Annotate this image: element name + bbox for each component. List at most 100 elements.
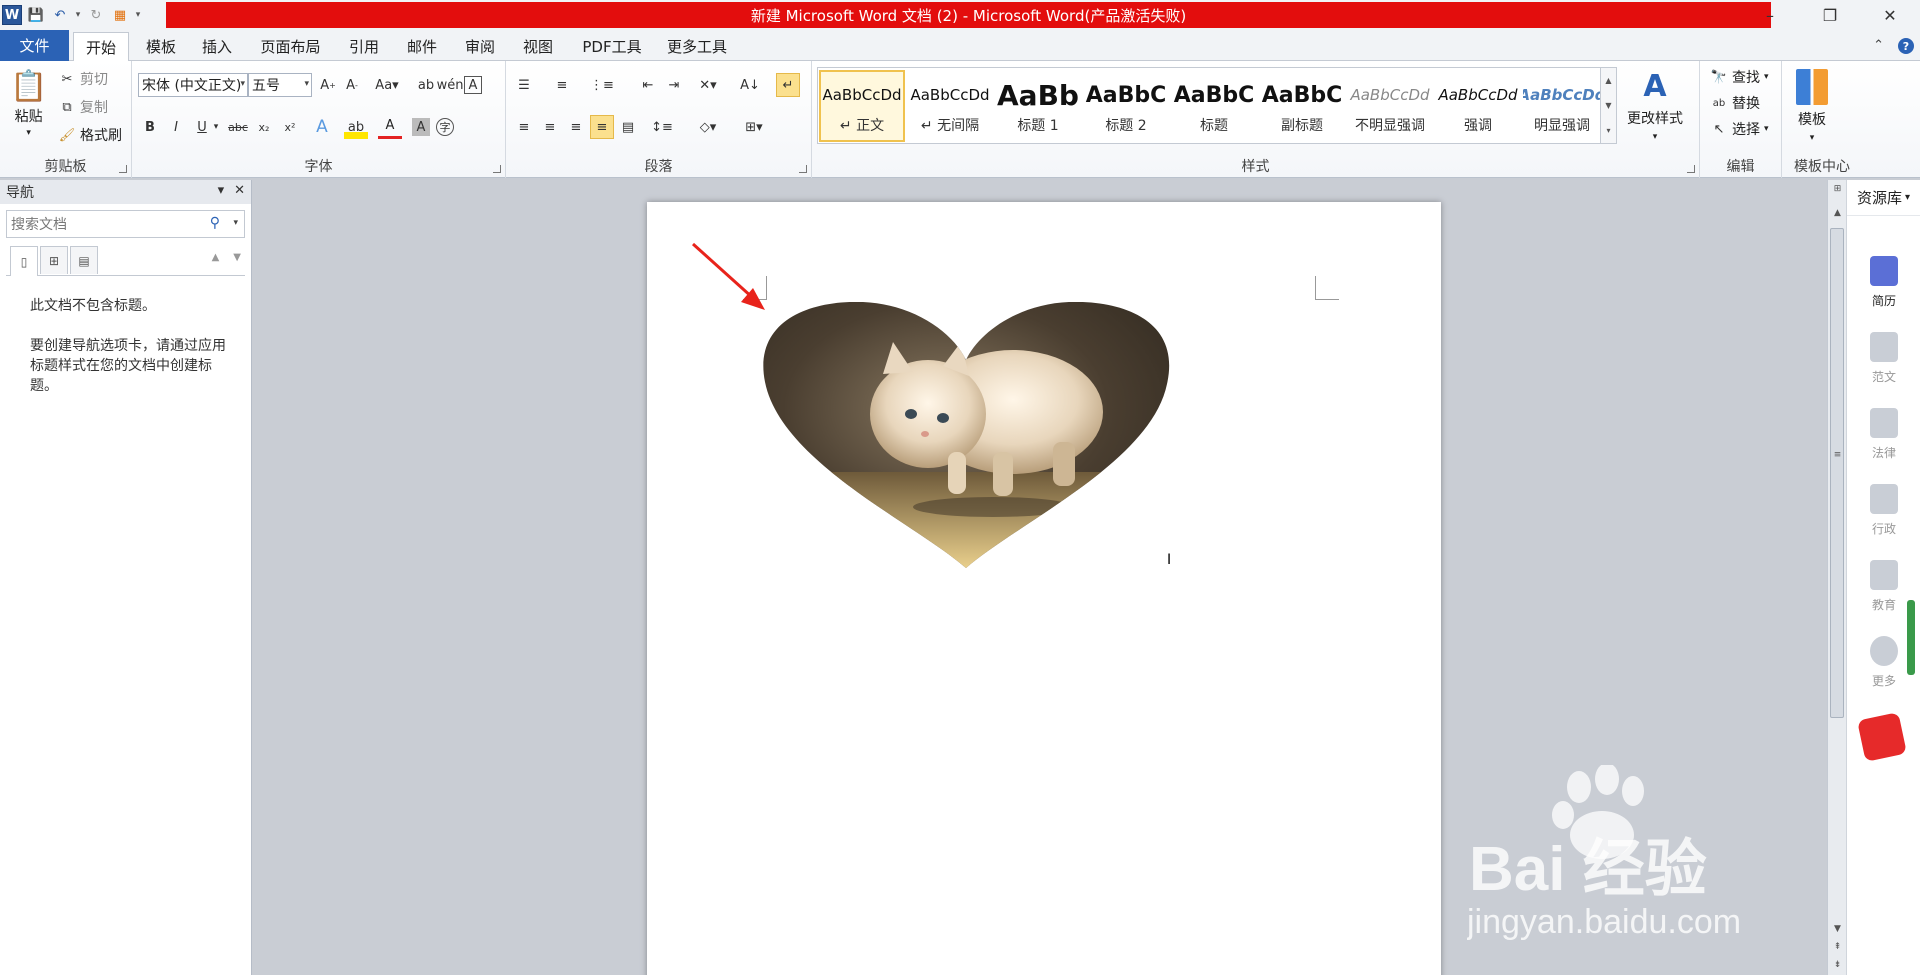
italic-icon[interactable]: I — [164, 115, 188, 139]
tab-home[interactable]: 开始 — [73, 32, 129, 62]
tab-mailings[interactable]: 邮件 — [398, 32, 446, 61]
enclose-characters-icon[interactable]: 字 — [436, 118, 454, 136]
close-button[interactable]: ✕ — [1860, 0, 1920, 30]
previous-heading-icon[interactable]: ▲ — [212, 252, 220, 263]
style-subtle-emphasis[interactable]: AaBbCcDd 不明显强调 — [1347, 70, 1433, 142]
tab-file[interactable]: 文件 — [0, 30, 69, 61]
tab-page-layout[interactable]: 页面布局 — [253, 32, 328, 61]
template-button[interactable]: 模板 ▾ — [1796, 69, 1828, 143]
distributed-icon[interactable]: ▤ — [616, 115, 640, 139]
undo-dropdown-icon[interactable]: ▾ — [74, 5, 82, 25]
show-formatting-marks-icon[interactable]: ↵ — [776, 73, 800, 97]
word-app-icon[interactable]: W — [2, 5, 22, 25]
style-subtitle[interactable]: AaBbC 副标题 — [1259, 70, 1345, 142]
font-launcher-icon[interactable] — [493, 165, 501, 173]
layout-icon[interactable]: ▦ — [110, 5, 130, 25]
tab-template[interactable]: 模板 — [137, 32, 185, 61]
redo-icon[interactable]: ↻ — [86, 5, 106, 25]
resource-library-header[interactable]: 资源库 ▾ — [1847, 180, 1920, 216]
ruler-toggle-icon[interactable]: ⊞ — [1828, 184, 1847, 194]
scrollbar-thumb[interactable] — [1830, 228, 1844, 718]
search-icon[interactable]: ⚲ — [210, 215, 220, 231]
decrease-indent-icon[interactable]: ⇤ — [636, 73, 660, 97]
replace-button[interactable]: ab 替换 — [1710, 93, 1760, 113]
tab-references[interactable]: 引用 — [340, 32, 388, 61]
subscript-icon[interactable]: x₂ — [252, 115, 276, 139]
clipboard-launcher-icon[interactable] — [119, 165, 127, 173]
align-right-icon[interactable]: ≡ — [564, 115, 588, 139]
resource-admin[interactable]: 行政 — [1847, 484, 1920, 537]
underline-dropdown-icon[interactable]: ▾ — [210, 115, 222, 139]
styles-gallery-scroll[interactable]: ▲ ▼ ▾ — [1600, 68, 1616, 143]
style-title[interactable]: AaBbC 标题 — [1171, 70, 1257, 142]
style-heading-2[interactable]: AaBbC 标题 2 — [1083, 70, 1169, 142]
minimize-button[interactable]: – — [1740, 0, 1800, 30]
find-button[interactable]: 🔭 查找 ▾ — [1710, 67, 1769, 87]
nav-search-input[interactable]: 搜索文档 ⚲ ▾ — [6, 210, 245, 238]
paragraph-launcher-icon[interactable] — [799, 165, 807, 173]
sort-icon[interactable]: A↓ — [738, 73, 762, 97]
line-spacing-icon[interactable]: ↕≡ — [650, 115, 674, 139]
numbering-icon[interactable]: ≡ — [550, 73, 574, 97]
resource-essay[interactable]: 范文 — [1847, 332, 1920, 385]
tab-review[interactable]: 审阅 — [456, 32, 504, 61]
styles-launcher-icon[interactable] — [1687, 165, 1695, 173]
scroll-up-arrow-icon[interactable]: ▲ — [1828, 208, 1847, 218]
tab-headings-icon[interactable]: ▯ — [10, 246, 38, 276]
help-icon[interactable]: ? — [1898, 38, 1914, 54]
vertical-scrollbar[interactable]: ⊞ ▲ ≡ ▼ ⇞ ⇟ — [1827, 180, 1846, 975]
search-options-icon[interactable]: ▾ — [233, 218, 238, 228]
change-case-icon[interactable]: Aa▾ — [372, 73, 402, 97]
previous-page-icon[interactable]: ⇞ — [1828, 942, 1847, 952]
resource-resume[interactable]: 简历 — [1847, 256, 1920, 309]
cut-button[interactable]: ✂ 剪切 — [58, 69, 108, 89]
borders-icon[interactable]: ⊞▾ — [742, 115, 766, 139]
clear-format-icon[interactable]: ab — [414, 73, 438, 97]
tab-view[interactable]: 视图 — [514, 32, 562, 61]
justify-icon[interactable]: ≡ — [590, 115, 614, 139]
nav-close-icon[interactable]: ✕ — [234, 183, 245, 198]
font-family-select[interactable]: 宋体 (中文正文) ▾ — [138, 73, 248, 97]
nav-options-icon[interactable]: ▾ — [218, 183, 225, 198]
select-button[interactable]: ↖ 选择 ▾ — [1710, 119, 1769, 139]
heart-shaped-kitten-picture[interactable] — [763, 302, 1170, 568]
scroll-down-arrow-icon[interactable]: ▼ — [1828, 924, 1847, 934]
resource-law[interactable]: 法律 — [1847, 408, 1920, 461]
tab-pdf-tools[interactable]: PDF工具 — [572, 32, 652, 61]
character-border-icon[interactable]: A — [464, 76, 482, 94]
font-size-select[interactable]: 五号 ▾ — [248, 73, 312, 97]
style-heading-1[interactable]: AaBb 标题 1 — [995, 70, 1081, 142]
grow-font-icon[interactable]: A + — [316, 73, 340, 97]
next-page-icon[interactable]: ⇟ — [1828, 960, 1847, 970]
save-icon[interactable]: 💾 — [26, 5, 46, 25]
shading-icon[interactable]: ◇▾ — [696, 115, 720, 139]
increase-indent-icon[interactable]: ⇥ — [662, 73, 686, 97]
phonetic-guide-icon[interactable]: wén — [437, 73, 464, 97]
tab-results-icon[interactable]: ▤ — [70, 246, 98, 274]
more-styles-icon[interactable]: ▾ — [1606, 126, 1610, 135]
bullets-icon[interactable]: ☰ — [512, 73, 536, 97]
tab-insert[interactable]: 插入 — [193, 32, 241, 61]
scroll-down-icon[interactable]: ▼ — [1605, 101, 1611, 110]
undo-icon[interactable]: ↶ — [50, 5, 70, 25]
document-page[interactable]: I — [647, 202, 1441, 975]
multilevel-list-icon[interactable]: ⋮≡ — [590, 73, 614, 97]
style-no-spacing[interactable]: AaBbCcDd ↵ 无间隔 — [907, 70, 993, 142]
tab-pages-icon[interactable]: ⊞ — [40, 246, 68, 274]
format-painter-button[interactable]: 🖌 格式刷 — [58, 125, 122, 145]
copy-button[interactable]: ⧉ 复制 — [58, 97, 108, 117]
chinese-layout-icon[interactable]: ✕▾ — [696, 73, 720, 97]
restore-button[interactable]: ❐ — [1800, 0, 1860, 30]
superscript-icon[interactable]: x² — [278, 115, 302, 139]
style-emphasis[interactable]: AaBbCcDd 强调 — [1435, 70, 1521, 142]
align-left-icon[interactable]: ≡ — [512, 115, 536, 139]
style-intense-emphasis[interactable]: AaBbCcDd 明显强调 — [1523, 70, 1601, 142]
customize-qat-icon[interactable]: ▾ — [134, 5, 142, 25]
tab-more-tools[interactable]: 更多工具 — [660, 32, 734, 61]
scroll-up-icon[interactable]: ▲ — [1605, 76, 1611, 85]
change-styles-button[interactable]: A 更改样式 ▾ — [1627, 69, 1683, 142]
next-heading-icon[interactable]: ▼ — [233, 252, 241, 263]
text-effects-icon[interactable]: A — [310, 115, 334, 139]
character-shading-icon[interactable]: A — [412, 118, 430, 136]
strikethrough-icon[interactable]: abc — [226, 115, 250, 139]
